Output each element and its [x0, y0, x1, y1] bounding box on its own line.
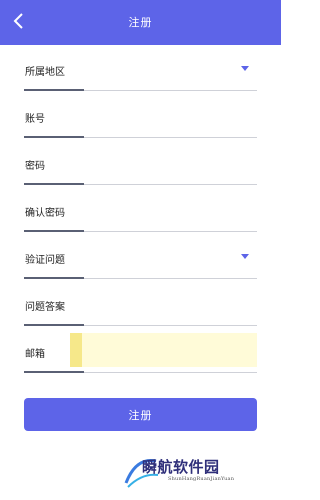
- field-underline-accent: [24, 277, 84, 279]
- confirm-password-label: 确认密码: [25, 208, 65, 219]
- password-label: 密码: [25, 161, 45, 172]
- register-button[interactable]: 注册: [24, 398, 257, 431]
- email-input[interactable]: [70, 333, 257, 367]
- confirm-password-field[interactable]: 确认密码: [24, 186, 257, 232]
- security-question-select[interactable]: 验证问题: [24, 233, 257, 279]
- field-underline-accent: [24, 230, 84, 232]
- text-cursor: [70, 333, 82, 367]
- caret-down-icon[interactable]: [241, 66, 249, 71]
- field-underline-accent: [24, 324, 84, 326]
- password-field[interactable]: 密码: [24, 139, 257, 185]
- region-label: 所属地区: [25, 67, 65, 78]
- security-question-label: 验证问题: [25, 255, 65, 266]
- watermark-subtitle: ShunHangRuanJianYuan: [168, 476, 235, 482]
- watermark: 瞬航软件园 ShunHangRuanJianYuan: [122, 453, 262, 493]
- caret-down-icon[interactable]: [241, 254, 249, 259]
- region-select[interactable]: 所属地区: [24, 45, 257, 91]
- answer-field[interactable]: 问题答案: [24, 280, 257, 326]
- watermark-title: 瞬航软件园: [142, 458, 220, 476]
- field-underline-accent: [24, 89, 84, 91]
- answer-label: 问题答案: [25, 302, 65, 313]
- account-label: 账号: [25, 114, 45, 125]
- email-field[interactable]: 邮箱: [24, 327, 257, 373]
- field-underline-accent: [24, 136, 84, 138]
- app-header: 注册: [0, 0, 281, 45]
- field-underline-accent: [24, 371, 84, 373]
- email-label: 邮箱: [25, 349, 45, 360]
- account-field[interactable]: 账号: [24, 92, 257, 138]
- page-title: 注册: [128, 16, 153, 29]
- field-underline-accent: [24, 183, 84, 185]
